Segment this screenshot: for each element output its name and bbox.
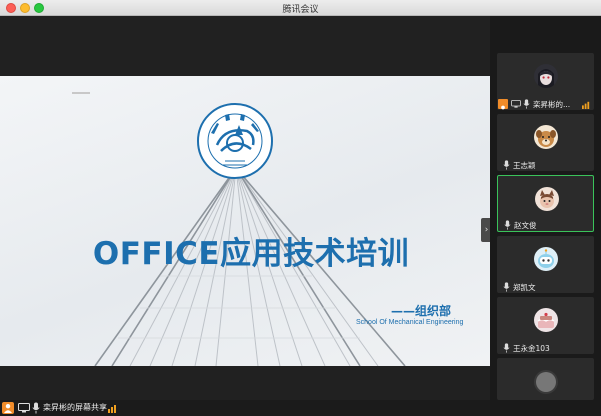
title-bar: 腾讯会议: [0, 0, 601, 16]
participant-name: 王永金103: [513, 344, 550, 353]
screen-share-icon: [18, 403, 30, 413]
chevron-right-icon: ›: [484, 225, 489, 235]
microphone-icon: [523, 99, 530, 109]
participant-tile[interactable]: [497, 358, 594, 400]
participant-name: 郑凯文: [513, 283, 536, 292]
slide-school-name: School Of Mechanical Engineering: [356, 319, 464, 326]
university-seal-logo: [197, 103, 273, 179]
participant-tile[interactable]: 赵文俊: [497, 175, 594, 232]
presenter-label: 栾昇彬的屏幕共享: [43, 403, 107, 412]
avatar: [534, 125, 558, 149]
participant-footer: 栾昇彬的...: [497, 98, 594, 110]
person-avatar-icon: [534, 370, 558, 394]
microphone-icon: [32, 402, 40, 414]
participant-footer: 王永金103: [497, 342, 594, 354]
avatar: [534, 370, 558, 394]
slide-department: ——组织部: [391, 304, 452, 318]
participant-footer: 赵文俊: [498, 219, 593, 231]
microphone-icon: [503, 282, 510, 292]
microphone-icon: [503, 160, 510, 170]
avatar: [534, 247, 558, 271]
slide-decoration: [72, 92, 90, 94]
microphone-icon: [503, 343, 510, 353]
slide-title: OFFICE应用技术培训: [92, 236, 410, 272]
dog-avatar-icon: [534, 125, 558, 149]
window-title: 腾讯会议: [282, 5, 319, 15]
screen-share-area[interactable]: OFFICE应用技术培训 ——组织部 School Of Mechanical …: [0, 16, 492, 401]
participant-tile[interactable]: 王志颖: [497, 114, 594, 171]
participant-name: 赵文俊: [514, 221, 537, 230]
participant-footer: 王志颖: [497, 159, 594, 171]
host-icon: [2, 402, 14, 414]
participant-name: 王志颖: [513, 161, 536, 170]
cat-avatar-icon: [535, 187, 559, 211]
signal-strength-icon: [582, 101, 590, 109]
participant-tile[interactable]: 郑凯文: [497, 236, 594, 293]
participant-footer: 郑凯文: [497, 281, 594, 293]
robot-avatar-icon: [534, 247, 558, 271]
anime-avatar-icon: [534, 64, 558, 88]
microphone-icon: [504, 220, 511, 230]
screen-share-icon: [511, 100, 521, 108]
avatar: [535, 187, 559, 211]
avatar: [534, 64, 558, 88]
cake-avatar-icon: [534, 308, 558, 332]
avatar: [534, 308, 558, 332]
presentation-slide: OFFICE应用技术培训 ——组织部 School Of Mechanical …: [0, 76, 490, 366]
participant-list[interactable]: 栾昇彬的... 王志颖 赵文俊 郑凯文 王永金103: [490, 16, 601, 416]
participant-tile[interactable]: 王永金103: [497, 297, 594, 354]
meeting-window: 腾讯会议 OFFICE应用技术培训 ——组织部 School Of Mechan…: [0, 0, 601, 416]
host-icon: [498, 99, 508, 110]
participant-name: 栾昇彬的...: [533, 100, 571, 109]
participant-tile[interactable]: 栾昇彬的...: [497, 53, 594, 110]
signal-strength-icon: [108, 405, 116, 413]
